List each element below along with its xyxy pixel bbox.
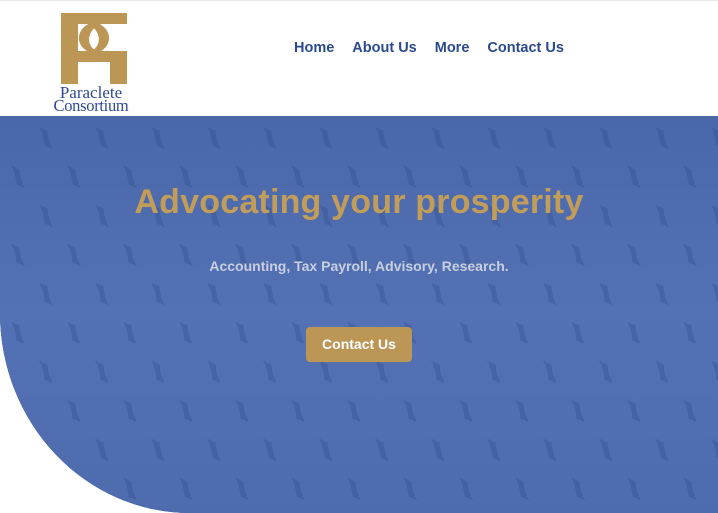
main-nav: Home About Us More Contact Us — [294, 39, 564, 57]
hero-title: Advocating your prosperity — [134, 183, 584, 221]
nav-item-contact-us[interactable]: Contact Us — [487, 39, 564, 57]
logo-mark-icon — [61, 13, 127, 84]
site-header: Paraclete Consortium Home About Us More … — [0, 0, 718, 116]
nav-item-more[interactable]: More — [435, 39, 470, 57]
logo-text-line2: Consortium — [53, 96, 129, 115]
hero-subtitle: Accounting, Tax Payroll, Advisory, Resea… — [209, 258, 509, 274]
hero-content: Advocating your prosperity Accounting, T… — [0, 116, 718, 513]
hero-section: Advocating your prosperity Accounting, T… — [0, 116, 718, 513]
nav-item-home[interactable]: Home — [294, 39, 334, 57]
contact-us-button[interactable]: Contact Us — [306, 327, 412, 362]
paraclete-consortium-logo[interactable]: Paraclete Consortium — [46, 13, 136, 115]
nav-item-about-us[interactable]: About Us — [352, 39, 416, 57]
